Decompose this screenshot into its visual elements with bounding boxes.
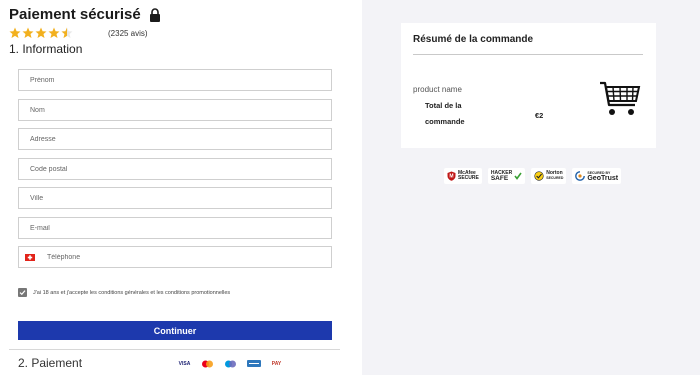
summary-divider — [413, 54, 643, 55]
address-field[interactable] — [18, 128, 332, 150]
email-input[interactable] — [19, 218, 331, 238]
check-icon — [514, 172, 522, 180]
amex-icon — [245, 359, 262, 368]
check-icon — [19, 290, 26, 296]
postal-code-input[interactable] — [19, 159, 331, 179]
product-name: product name — [413, 85, 462, 94]
city-input[interactable] — [19, 188, 331, 208]
last-name-input[interactable] — [19, 100, 331, 120]
rating — [9, 27, 73, 39]
star-half-icon — [61, 27, 73, 38]
lock-icon — [149, 7, 160, 22]
maestro-icon — [222, 359, 239, 368]
phone-input[interactable] — [35, 247, 331, 267]
trust-badges: M McAfee SECURE HACKER SAFE Norton SECUR… — [444, 168, 622, 184]
summary-title: Résumé de la commande — [413, 34, 534, 45]
star-icon — [48, 27, 60, 38]
phone-field[interactable] — [18, 246, 332, 268]
order-total-value: €2 — [535, 111, 544, 120]
consent-label: J'ai 18 ans et j'accepte les conditions … — [33, 289, 231, 296]
amex-shape — [246, 360, 261, 367]
first-name-field[interactable] — [18, 69, 332, 91]
order-summary-card: Résumé de la commande product name Total… — [401, 23, 656, 148]
norton-line2: SECURED — [546, 176, 564, 180]
visa-label: VISA — [178, 360, 191, 367]
payment-section-title[interactable]: 2. Paiement — [18, 356, 82, 370]
page-title-text: Paiement sécurisé — [9, 6, 141, 23]
continue-button[interactable]: Continuer — [18, 321, 332, 340]
postal-code-field[interactable] — [18, 158, 332, 180]
order-total-label: Total de la commande — [425, 101, 465, 126]
norton-badge: Norton SECURED — [531, 168, 567, 184]
consent-checkbox[interactable] — [18, 288, 27, 297]
rating-stars — [9, 27, 73, 39]
star-icon — [22, 27, 34, 38]
reviews-count[interactable]: (2325 avis) — [108, 29, 148, 38]
mastercard-icon — [199, 359, 216, 368]
page-title: Paiement sécurisé — [9, 6, 161, 23]
star-icon — [9, 27, 21, 38]
norton-check-icon — [534, 171, 544, 181]
hacker-safe-badge: HACKER SAFE — [487, 168, 526, 184]
email-field[interactable] — [18, 217, 332, 239]
geotrust-line2: GeoTrust — [587, 175, 619, 182]
consent-row[interactable]: J'ai 18 ans et j'accepte les conditions … — [18, 288, 230, 297]
first-name-input[interactable] — [19, 70, 331, 90]
maestro-circles — [225, 360, 236, 367]
checkout-form-panel: Paiement sécurisé (2325 avis) 1. Informa… — [0, 0, 362, 375]
last-name-field[interactable] — [18, 99, 332, 121]
visa-icon: VISA — [176, 359, 193, 368]
address-input[interactable] — [19, 129, 331, 149]
swiss-flag-icon[interactable] — [25, 253, 35, 261]
information-section-title: 1. Information — [9, 42, 83, 56]
section-divider — [9, 349, 340, 350]
city-field[interactable] — [18, 187, 332, 209]
star-icon — [35, 27, 47, 38]
shopping-cart-icon — [600, 81, 641, 115]
mcafee-shield-icon: M — [447, 171, 456, 181]
mastercard-circles — [202, 360, 213, 367]
postfinance-label: PAY — [271, 360, 282, 367]
geotrust-badge: SECURED BY GeoTrust — [572, 168, 622, 184]
mcafee-line2: SECURE — [458, 175, 479, 181]
payment-card-logos: VISA PAY — [176, 359, 285, 368]
postfinance-icon: PAY — [268, 359, 285, 368]
hacker-safe-line2: SAFE — [490, 175, 509, 182]
geotrust-icon — [575, 171, 586, 181]
mcafee-badge: M McAfee SECURE — [444, 168, 482, 184]
svg-text:M: M — [449, 174, 453, 180]
